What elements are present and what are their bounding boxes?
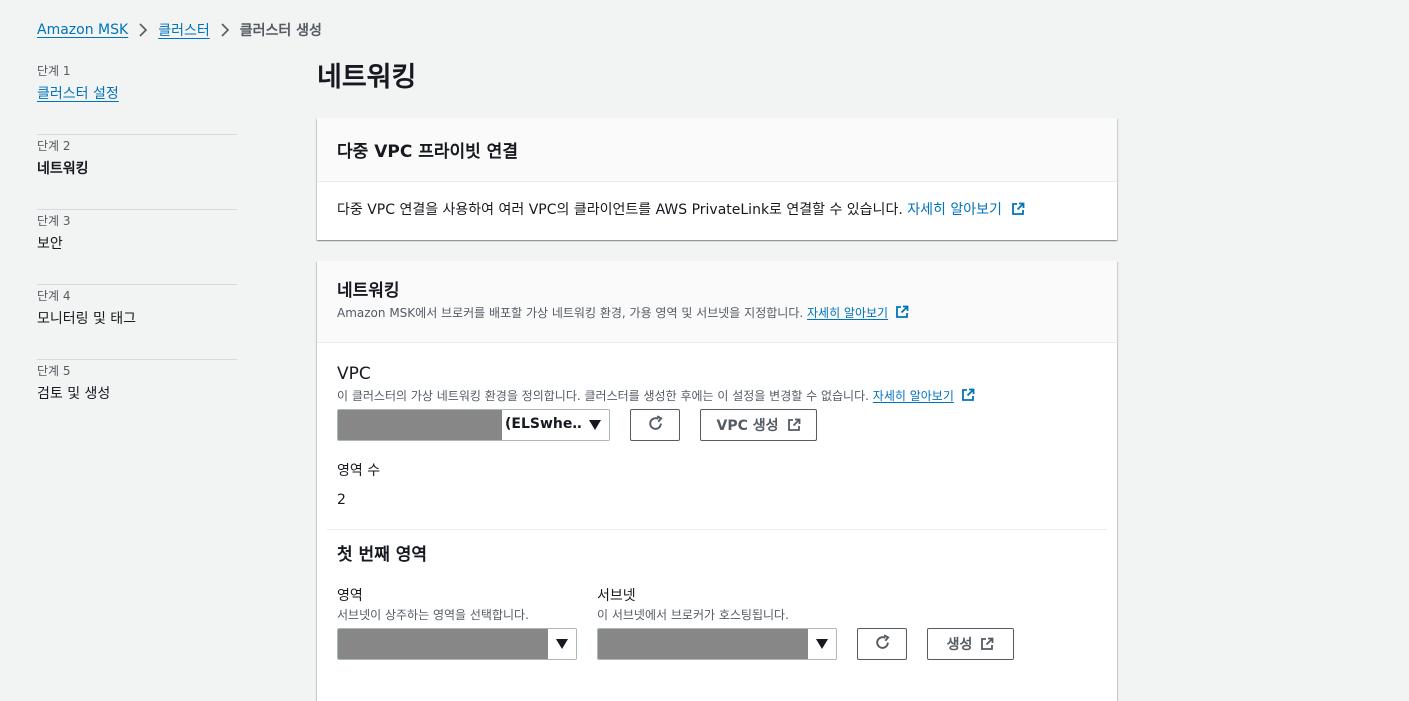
learn-more-link[interactable]: 자세히 알아보기 — [907, 202, 1002, 218]
subnet-description: 이 서브넷에서 브로커가 호스팅됩니다. — [597, 608, 789, 622]
create-subnet-label: 생성 — [946, 637, 973, 653]
networking-description-row: Amazon MSK에서 브로커를 배포할 가상 네트워킹 환경, 가용 영역 … — [337, 304, 1097, 324]
divider — [327, 529, 1107, 530]
caret-down-icon — [581, 410, 609, 440]
zone-description: 서브넷이 상주하는 영역을 선택합니다. — [337, 608, 529, 622]
subnet-label: 서브넷 — [597, 588, 636, 604]
networking-title: 네트워킹 — [337, 281, 400, 301]
zone-count-value: 2 — [337, 492, 346, 508]
panel-header: 네트워킹 Amazon MSK에서 브로커를 배포할 가상 네트워킹 환경, 가… — [317, 261, 1117, 343]
wizard-step-3: 단계 3 보안 — [37, 210, 237, 285]
subnet-select[interactable] — [597, 628, 837, 660]
wizard-step-1: 단계 1 클러스터 설정 — [37, 60, 237, 135]
refresh-vpc-button[interactable] — [630, 409, 680, 441]
vpc-select-value: (ELSwhe… — [505, 416, 587, 432]
wizard-step-4: 단계 4 모니터링 및 태그 — [37, 285, 237, 360]
vpc-description-row: 이 클러스터의 가상 네트워킹 환경을 정의합니다. 클러스터를 생성한 후에는… — [337, 387, 975, 407]
redacted-value — [338, 629, 549, 659]
networking-panel: 네트워킹 Amazon MSK에서 브로커를 배포할 가상 네트워킹 환경, 가… — [317, 261, 1117, 701]
step-number: 단계 2 — [37, 139, 71, 153]
multi-vpc-description: 다중 VPC 연결을 사용하여 여러 VPC의 클라이언트를 AWS Priva… — [337, 202, 903, 218]
zone-label: 영역 — [337, 588, 363, 604]
vpc-label: VPC — [337, 364, 371, 384]
first-zone-title: 첫 번째 영역 — [337, 545, 428, 565]
wizard-steps: 단계 1 클러스터 설정 단계 2 네트워킹 단계 3 보안 단계 4 모니터링… — [37, 60, 237, 435]
external-link-icon — [980, 637, 994, 651]
vpc-description: 이 클러스터의 가상 네트워킹 환경을 정의합니다. 클러스터를 생성한 후에는… — [337, 389, 869, 403]
step-number: 단계 4 — [37, 289, 71, 303]
breadcrumb-link-clusters[interactable]: 클러스터 — [158, 20, 210, 40]
refresh-icon — [874, 633, 891, 655]
wizard-step-2: 단계 2 네트워킹 — [37, 135, 237, 210]
breadcrumb: Amazon MSK 클러스터 클러스터 생성 — [37, 20, 322, 40]
step-title-security: 보안 — [37, 236, 63, 252]
caret-down-icon — [808, 629, 836, 659]
external-link-icon — [1011, 202, 1025, 222]
breadcrumb-link-amazon-msk[interactable]: Amazon MSK — [37, 22, 128, 38]
refresh-icon — [647, 414, 664, 436]
networking-description: Amazon MSK에서 브로커를 배포할 가상 네트워킹 환경, 가용 영역 … — [337, 306, 804, 320]
step-number: 단계 1 — [37, 64, 71, 78]
multi-vpc-body: 다중 VPC 연결을 사용하여 여러 VPC의 클라이언트를 AWS Priva… — [317, 182, 1117, 222]
redacted-value — [338, 410, 502, 440]
learn-more-link[interactable]: 자세히 알아보기 — [873, 389, 954, 403]
multi-vpc-title: 다중 VPC 프라이빗 연결 — [337, 142, 518, 162]
create-vpc-button[interactable]: VPC 생성 — [700, 409, 817, 441]
chevron-right-icon — [210, 23, 240, 37]
caret-down-icon — [548, 629, 576, 659]
breadcrumb-current: 클러스터 생성 — [239, 23, 322, 39]
vpc-select[interactable]: (ELSwhe… — [337, 409, 610, 441]
zone-count-label: 영역 수 — [337, 463, 381, 479]
external-link-icon — [787, 418, 801, 432]
zone-select[interactable] — [337, 628, 577, 660]
learn-more-link[interactable]: 자세히 알아보기 — [807, 306, 888, 320]
chevron-right-icon — [128, 23, 158, 37]
step-title-networking: 네트워킹 — [37, 161, 89, 177]
panel-header: 다중 VPC 프라이빗 연결 — [317, 118, 1117, 182]
external-link-icon — [961, 388, 975, 407]
step-number: 단계 5 — [37, 364, 71, 378]
refresh-subnet-button[interactable] — [857, 628, 907, 660]
multi-vpc-panel: 다중 VPC 프라이빗 연결 다중 VPC 연결을 사용하여 여러 VPC의 클… — [317, 118, 1117, 240]
create-vpc-label: VPC 생성 — [716, 418, 779, 434]
external-link-icon — [895, 305, 909, 324]
page-title: 네트워킹 — [317, 62, 417, 93]
redacted-value — [598, 629, 809, 659]
step-title-review: 검토 및 생성 — [37, 386, 111, 402]
step-number: 단계 3 — [37, 214, 71, 228]
step-link-cluster-settings[interactable]: 클러스터 설정 — [37, 84, 237, 104]
wizard-step-5: 단계 5 검토 및 생성 — [37, 360, 237, 435]
step-title-monitoring: 모니터링 및 태그 — [37, 311, 137, 327]
create-subnet-button[interactable]: 생성 — [927, 628, 1014, 660]
